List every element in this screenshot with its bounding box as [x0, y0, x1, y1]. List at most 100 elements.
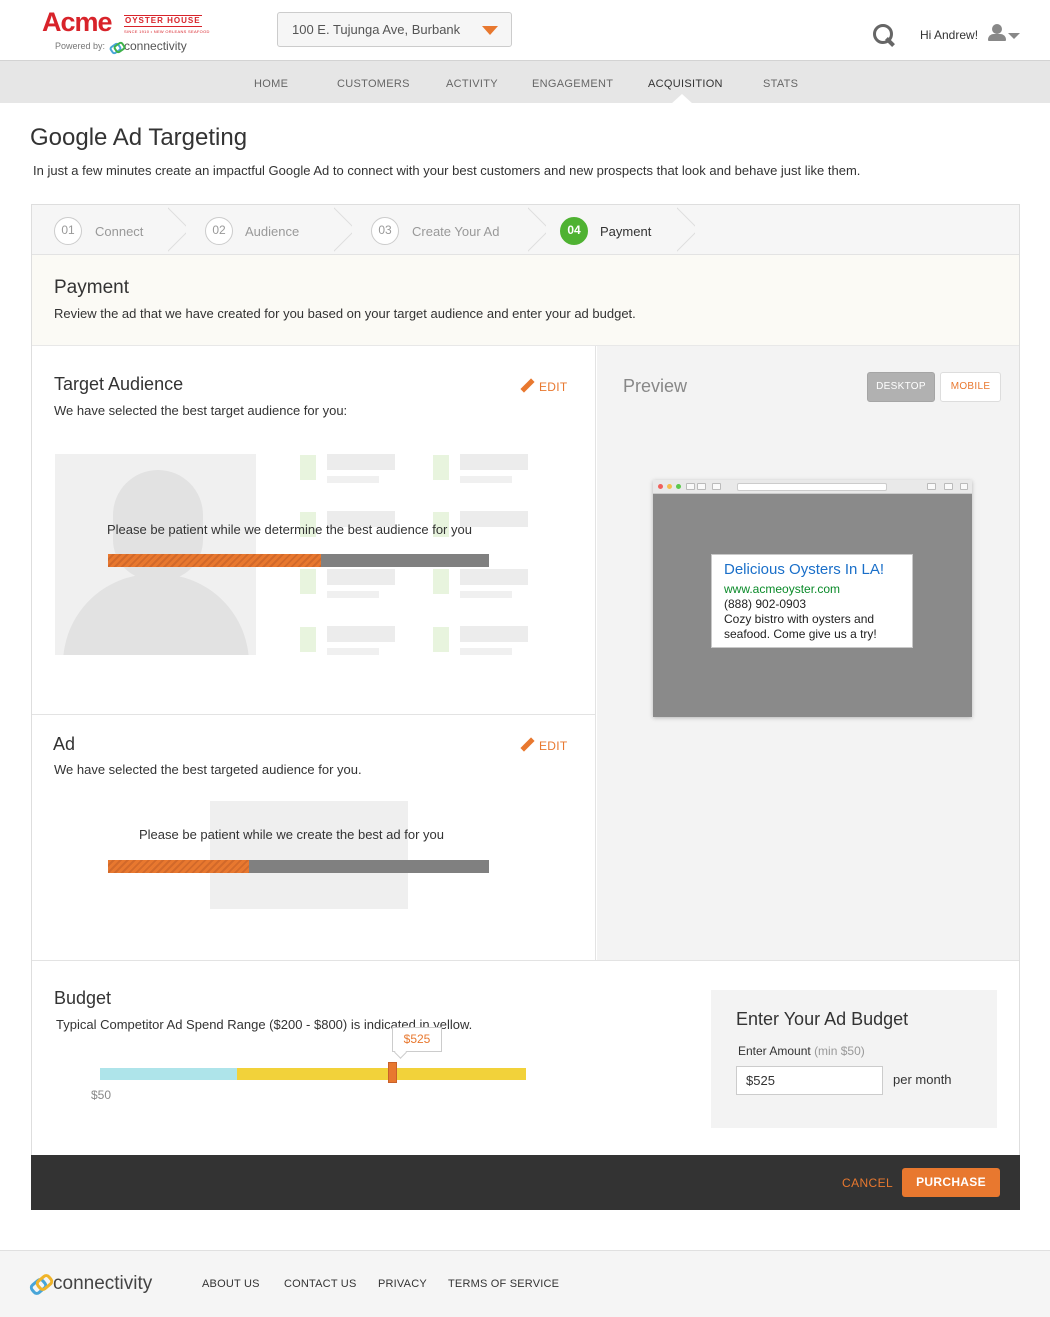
skeleton-line	[327, 454, 395, 470]
edit-ad-button[interactable]: EDIT	[520, 738, 568, 753]
active-nav-indicator	[671, 94, 693, 104]
footer-logo[interactable]: connectivity	[30, 1273, 152, 1295]
mobile-toggle-button[interactable]: MOBILE	[940, 372, 1001, 402]
browser-toolbar	[653, 480, 972, 494]
pencil-icon	[520, 738, 534, 752]
ad-text-line: seafood. Come give us a try!	[724, 627, 877, 641]
section-divider	[32, 714, 596, 715]
budget-amount-input[interactable]	[736, 1066, 883, 1095]
ad-phone: (888) 902-0903	[724, 597, 807, 611]
budget-section: Budget Typical Competitor Ad Spend Range…	[32, 960, 1019, 1155]
nav-stats[interactable]: STATS	[763, 78, 798, 90]
ad-description: We have selected the best targeted audie…	[54, 762, 362, 777]
preview-title: Preview	[623, 376, 688, 396]
chain-link-icon	[110, 43, 120, 51]
ad-preview-card: Delicious Oysters In LA! www.acmeoyster.…	[711, 554, 913, 648]
ad-progress-bar	[108, 860, 489, 873]
nav-customers[interactable]: CUSTOMERS	[337, 78, 410, 90]
skeleton-line	[460, 648, 512, 655]
slider-handle[interactable]	[388, 1062, 397, 1083]
close-dot-icon	[658, 484, 663, 489]
skeleton-block	[433, 455, 449, 480]
desktop-toggle-button[interactable]: DESKTOP	[867, 372, 935, 402]
nav-activity[interactable]: ACTIVITY	[446, 78, 498, 90]
slider-value-bubble: $525	[392, 1027, 442, 1052]
payment-title: Payment	[54, 277, 129, 298]
back-icon	[686, 483, 695, 490]
pencil-icon	[520, 379, 534, 393]
ad-text-line: Cozy bistro with oysters and	[724, 612, 875, 626]
payment-header: Payment Review the ad that we have creat…	[32, 255, 1019, 346]
budget-slider[interactable]	[100, 1068, 526, 1080]
ad-progress-fill	[108, 860, 249, 873]
location-value: 100 E. Tujunga Ave, Burbank	[292, 22, 461, 37]
step-chevron	[334, 205, 352, 255]
footer: connectivity ABOUT US CONTACT US PRIVACY…	[0, 1250, 1050, 1317]
step-chevron	[677, 205, 695, 255]
step-chevron	[168, 205, 186, 255]
nav-engagement[interactable]: ENGAGEMENT	[532, 78, 613, 90]
audience-progress-bar	[108, 554, 489, 567]
skeleton-block	[433, 627, 449, 652]
edit-label: EDIT	[539, 380, 568, 394]
step-label: Payment	[600, 224, 652, 239]
edit-label: EDIT	[539, 739, 568, 753]
ad-placeholder	[210, 801, 408, 909]
footer-link-about[interactable]: ABOUT US	[202, 1278, 260, 1290]
minimize-dot-icon	[667, 484, 672, 489]
share-icon	[927, 483, 936, 490]
user-menu-caret-icon[interactable]	[1008, 33, 1020, 39]
skeleton-line	[460, 569, 528, 585]
logo-tagline: OYSTER HOUSE	[124, 15, 202, 27]
ad-headline: Delicious Oysters In LA!	[724, 561, 885, 578]
target-audience-description: We have selected the best target audienc…	[54, 403, 348, 418]
step-number: 04	[560, 217, 588, 245]
nav-home[interactable]: HOME	[254, 78, 288, 90]
skeleton-line	[327, 648, 379, 655]
preview-column: Preview DESKTOP MOBILE Delicious Oysters…	[597, 346, 1019, 960]
step-number: 01	[54, 217, 82, 245]
skeleton-line	[460, 591, 512, 598]
skeleton-line	[460, 626, 528, 642]
footer-link-privacy[interactable]: PRIVACY	[378, 1278, 427, 1290]
audience-progress-fill	[108, 554, 322, 567]
new-tab-icon	[960, 483, 968, 490]
skeleton-block	[433, 569, 449, 594]
partner-logo: connectivity	[110, 39, 187, 53]
skeleton-line	[327, 569, 395, 585]
user-icon[interactable]	[988, 24, 1006, 42]
step-number: 02	[205, 217, 233, 245]
skeleton-block	[300, 627, 316, 652]
tabs-icon	[944, 483, 953, 490]
budget-entry-title: Enter Your Ad Budget	[736, 1009, 909, 1029]
sidebar-icon	[712, 483, 721, 490]
skeleton-line	[327, 476, 379, 483]
logo-wordmark: Acme	[42, 7, 113, 37]
purchase-button[interactable]: PURCHASE	[902, 1168, 1000, 1197]
budget-title: Budget	[54, 988, 112, 1008]
acme-logo[interactable]: Acme OYSTER HOUSE SINCE 1910 • NEW ORLEA…	[42, 8, 212, 56]
main-nav: HOME CUSTOMERS ACTIVITY ENGAGEMENT ACQUI…	[0, 60, 1050, 104]
footer-brand: connectivity	[53, 1273, 153, 1294]
footer-link-terms[interactable]: TERMS OF SERVICE	[448, 1278, 559, 1290]
skeleton-line	[327, 626, 395, 642]
page-title: Google Ad Targeting	[30, 124, 248, 151]
cancel-button[interactable]: CANCEL	[842, 1176, 893, 1190]
amount-label-text: Enter Amount	[738, 1044, 811, 1058]
footer-link-contact[interactable]: CONTACT US	[284, 1278, 357, 1290]
avatar-body	[63, 574, 249, 655]
address-bar	[737, 483, 887, 491]
search-icon[interactable]	[873, 24, 895, 46]
edit-audience-button[interactable]: EDIT	[520, 379, 568, 394]
forward-icon	[697, 483, 706, 490]
skeleton-block	[300, 569, 316, 594]
skeleton-line	[327, 591, 379, 598]
partner-name: connectivity	[124, 39, 187, 53]
ad-url: www.acmeoyster.com	[724, 582, 841, 596]
location-select[interactable]: 100 E. Tujunga Ave, Burbank	[277, 12, 512, 47]
step-label: Audience	[245, 224, 300, 239]
payment-description: Review the ad that we have created for y…	[54, 306, 636, 321]
logo-subtagline: SINCE 1910 • NEW ORLEANS SEAFOOD	[124, 29, 210, 34]
nav-acquisition[interactable]: ACQUISITION	[648, 78, 723, 90]
browser-mockup: Delicious Oysters In LA! www.acmeoyster.…	[653, 480, 972, 717]
